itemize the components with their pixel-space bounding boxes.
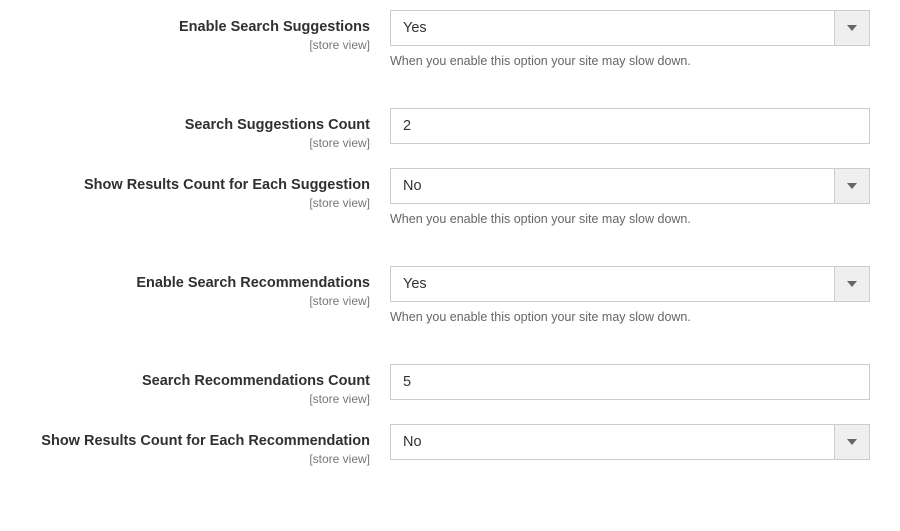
field-col <box>390 364 870 400</box>
form-row-show-results-count-suggestion: Show Results Count for Each Suggestion [… <box>30 168 870 256</box>
help-text: When you enable this option your site ma… <box>390 310 870 324</box>
field-label: Show Results Count for Each Recommendati… <box>30 432 370 451</box>
scope-label: [store view] <box>30 136 370 150</box>
form-row-show-results-count-recommendation: Show Results Count for Each Recommendati… <box>30 424 870 466</box>
field-label: Enable Search Recommendations <box>30 274 370 293</box>
scope-label: [store view] <box>30 38 370 52</box>
help-text: When you enable this option your site ma… <box>390 212 870 226</box>
label-col: Enable Search Recommendations [store vie… <box>30 266 390 308</box>
field-label: Enable Search Suggestions <box>30 18 370 37</box>
scope-label: [store view] <box>30 196 370 210</box>
form-row-enable-search-suggestions: Enable Search Suggestions [store view] Y… <box>30 10 870 98</box>
label-col: Show Results Count for Each Recommendati… <box>30 424 390 466</box>
label-col: Search Recommendations Count [store view… <box>30 364 390 406</box>
select-value: Yes <box>390 266 870 302</box>
field-label: Show Results Count for Each Suggestion <box>30 176 370 195</box>
field-col: Yes When you enable this option your sit… <box>390 10 870 98</box>
input-search-recommendations-count[interactable] <box>390 364 870 400</box>
input-search-suggestions-count[interactable] <box>390 108 870 144</box>
label-col: Search Suggestions Count [store view] <box>30 108 390 150</box>
field-col: No <box>390 424 870 460</box>
select-show-results-count-suggestion[interactable]: No <box>390 168 870 204</box>
form-row-enable-search-recommendations: Enable Search Recommendations [store vie… <box>30 266 870 354</box>
select-enable-search-suggestions[interactable]: Yes <box>390 10 870 46</box>
label-col: Enable Search Suggestions [store view] <box>30 10 390 52</box>
help-text: When you enable this option your site ma… <box>390 54 870 68</box>
select-value: No <box>390 424 870 460</box>
field-col: No When you enable this option your site… <box>390 168 870 256</box>
field-label: Search Recommendations Count <box>30 372 370 391</box>
field-col <box>390 108 870 144</box>
field-col: Yes When you enable this option your sit… <box>390 266 870 354</box>
field-label: Search Suggestions Count <box>30 116 370 135</box>
scope-label: [store view] <box>30 294 370 308</box>
select-value: No <box>390 168 870 204</box>
select-value: Yes <box>390 10 870 46</box>
form-row-search-recommendations-count: Search Recommendations Count [store view… <box>30 364 870 406</box>
scope-label: [store view] <box>30 392 370 406</box>
scope-label: [store view] <box>30 452 370 466</box>
select-show-results-count-recommendation[interactable]: No <box>390 424 870 460</box>
label-col: Show Results Count for Each Suggestion [… <box>30 168 390 210</box>
select-enable-search-recommendations[interactable]: Yes <box>390 266 870 302</box>
form-row-search-suggestions-count: Search Suggestions Count [store view] <box>30 108 870 150</box>
